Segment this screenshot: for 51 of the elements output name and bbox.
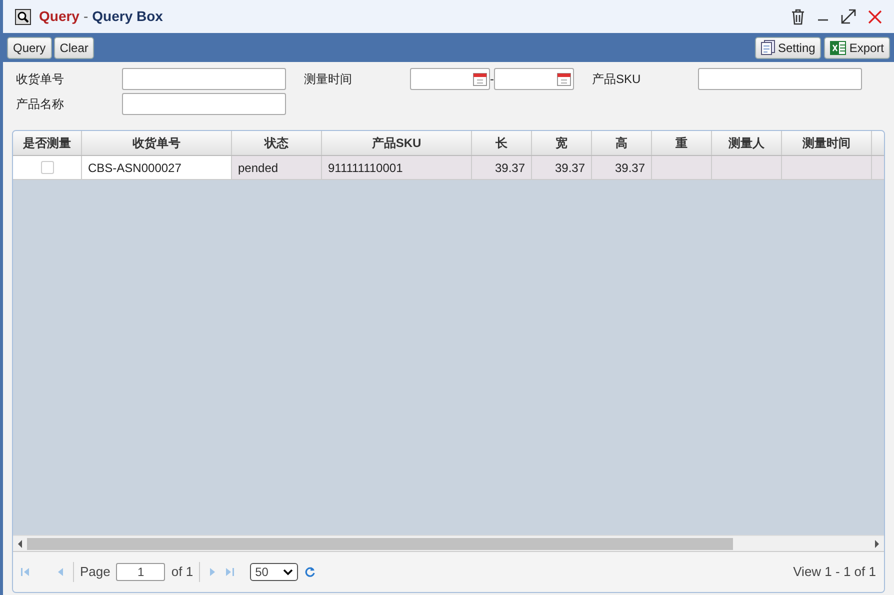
trash-icon[interactable] <box>791 8 805 24</box>
page-input[interactable]: 1 <box>116 563 166 581</box>
column-header[interactable]: 高 <box>592 131 652 155</box>
table-cell: 911111110001 <box>322 156 472 179</box>
page-label: Page <box>80 563 110 582</box>
setting-button[interactable]: Setting <box>754 36 822 58</box>
title-separator: - <box>83 7 88 26</box>
table-cell: 39.37 <box>532 156 592 179</box>
horizontal-scrollbar[interactable] <box>13 535 884 551</box>
toolbar-button[interactable]: Query <box>7 36 52 58</box>
range-separator: - <box>490 71 494 88</box>
field-label: 产品名称 <box>16 96 65 113</box>
window-module: Query <box>39 7 80 26</box>
refresh-icon[interactable] <box>304 566 316 578</box>
input-field[interactable] <box>122 68 286 90</box>
table-cell: 39.37 <box>592 156 652 179</box>
date-field[interactable] <box>494 68 574 90</box>
maximize-icon[interactable] <box>841 9 856 24</box>
input-field[interactable] <box>698 68 862 90</box>
column-header[interactable]: 长 <box>472 131 532 155</box>
table-cell: 39.37 <box>472 156 532 179</box>
input-field[interactable] <box>122 93 286 115</box>
field-label: 产品SKU <box>592 71 642 88</box>
window-title: Query Box <box>92 7 163 26</box>
column-header[interactable]: 收货单号 <box>82 131 232 155</box>
table-cell: pended <box>232 156 322 179</box>
record-count: View 1 - 1 of 1 <box>793 563 877 582</box>
document-icon <box>760 40 775 55</box>
column-header[interactable]: 状态 <box>232 131 322 155</box>
column-header[interactable]: 宽 <box>532 131 592 155</box>
caret-icon <box>283 568 294 576</box>
page-size-select[interactable]: 50 <box>250 563 298 581</box>
column-header[interactable]: 测量时间 <box>782 131 872 155</box>
calendar-icon[interactable] <box>473 72 487 86</box>
export-button[interactable]: Export <box>824 36 890 58</box>
checkbox[interactable] <box>40 161 54 174</box>
calendar-icon[interactable] <box>557 72 571 86</box>
column-header[interactable]: 测量人 <box>712 131 782 155</box>
column-header[interactable]: 重 <box>652 131 712 155</box>
column-header[interactable]: 产品SKU <box>322 131 472 155</box>
page-count: of 1 <box>171 563 194 582</box>
column-header[interactable]: 是否测量 <box>13 131 82 155</box>
close-icon[interactable] <box>868 10 882 24</box>
magnifier-icon <box>15 8 31 24</box>
scrollbar-thumb[interactable] <box>27 538 733 550</box>
date-field[interactable] <box>410 68 490 90</box>
field-label: 收货单号 <box>16 71 65 88</box>
table-cell: CBS-ASN000027 <box>82 156 232 179</box>
spreadsheet-icon <box>830 40 846 54</box>
field-label: 测量时间 <box>304 71 353 88</box>
toolbar-button[interactable]: Clear <box>54 36 94 58</box>
